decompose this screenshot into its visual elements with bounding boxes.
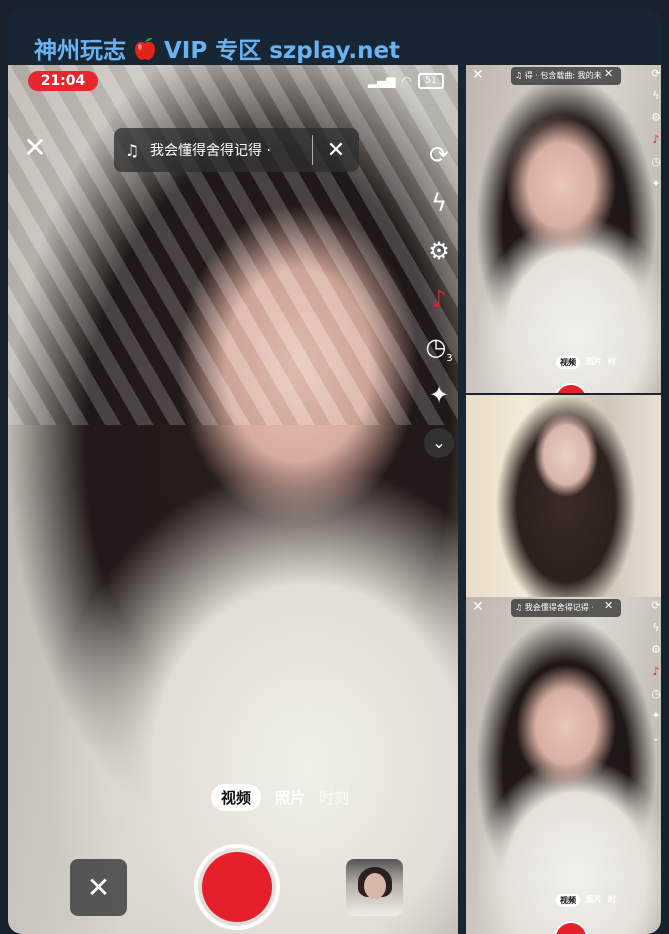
album-thumbnail[interactable] — [346, 859, 403, 916]
chevron-down-icon[interactable]: ⌄ — [424, 428, 454, 458]
thumb-tab-video: 视频 — [556, 356, 580, 369]
thumb-toolbar: ⟳ ϟ ⚙ ♪ ◷ ✦ — [648, 67, 661, 190]
thumb-music-text: 我会懂得舍得记得 · — [524, 603, 594, 612]
signal-icon: ▂▄▆ — [367, 74, 396, 88]
thumb-tab-photo: 照片 — [586, 895, 602, 904]
thumbnail-photo-1[interactable]: ✕ ♫ 得 · 包含载曲: 我的未 ✕ ⟳ ϟ ⚙ ♪ ◷ ✦ 视频 照片 时 — [466, 65, 661, 393]
music-selector[interactable]: ♫ 我会懂得舍得记得 · ✕ — [114, 128, 359, 172]
post-header: 神州玩志 VIP 专区 szplay.net — [34, 30, 400, 66]
wifi-icon: ◠ — [401, 74, 412, 88]
flash-off-icon[interactable]: ϟ — [423, 188, 455, 218]
status-time: 21:04 — [28, 71, 98, 91]
thumb-flash-icon: ϟ — [652, 89, 660, 102]
thumb-music-text: 得 · 包含载曲: 我的未 — [524, 71, 602, 80]
thumb-tabs: 视频 照片 时 — [556, 356, 616, 369]
main-photo[interactable]: 21:04 ▂▄▆ ◠ 51 ✕ ♫ 我会懂得舍得记得 · ✕ ⟳ ϟ ⚙ ♪ … — [8, 65, 458, 934]
thumb-wand-icon: ✦ — [651, 709, 661, 722]
header-title-end: VIP 专区 szplay.net — [164, 38, 401, 64]
thumb-mic-icon: ♪ — [652, 665, 660, 678]
settings-icon[interactable]: ⚙ — [423, 236, 455, 266]
beauty-wand-icon[interactable]: ✦ — [423, 380, 455, 410]
thumb-close-icon: ✕ — [472, 599, 484, 615]
post-card: 神州玩志 VIP 专区 szplay.net 21:04 ▂▄▆ ◠ 51 ✕ … — [8, 8, 661, 934]
thumb-record-button — [554, 383, 588, 393]
mode-tabs: 视频 照片 时刻 — [211, 784, 349, 811]
tab-video[interactable]: 视频 — [211, 784, 262, 811]
thumb-timer-icon: ◷ — [651, 687, 661, 700]
thumb-tabs: 视频 照片 时 — [556, 894, 616, 907]
music-note-icon: ♫ — [124, 140, 140, 160]
battery-icon: 51 — [418, 73, 444, 89]
music-title: 我会懂得舍得记得 · — [150, 143, 271, 159]
thumb-settings-icon: ⚙ — [651, 111, 661, 124]
thumb-close-icon: ✕ — [472, 67, 484, 83]
tab-moment[interactable]: 时刻 — [319, 787, 349, 808]
thumb-flip-icon: ⟳ — [651, 599, 661, 612]
thumb-flash-icon: ϟ — [652, 621, 660, 634]
record-button[interactable] — [194, 844, 280, 930]
timer-icon[interactable]: ◷3 — [423, 332, 455, 364]
thumb-timer-icon: ◷ — [651, 155, 661, 168]
discard-button[interactable]: ✕ — [70, 859, 127, 916]
thumb-tab-photo: 照片 — [586, 357, 602, 366]
thumbnail-photo-2[interactable] — [466, 395, 661, 597]
music-remove-icon[interactable]: ✕ — [313, 138, 359, 163]
record-button-fill — [202, 852, 272, 922]
thumb-flip-icon: ⟳ — [651, 67, 661, 80]
thumb-tab-video: 视频 — [556, 894, 580, 907]
thumb-music-close-icon: ✕ — [604, 67, 614, 80]
thumb-music-close-icon: ✕ — [604, 599, 614, 612]
thumb-record-button — [554, 921, 588, 934]
tab-photo[interactable]: 照片 — [275, 787, 305, 808]
flip-camera-icon[interactable]: ⟳ — [423, 140, 455, 170]
thumb-tab-moment: 时 — [608, 357, 616, 366]
thumb-settings-icon: ⚙ — [651, 643, 661, 656]
timer-badge: 3 — [446, 352, 453, 364]
mic-off-icon[interactable]: ♪ — [423, 284, 455, 314]
striped-wall — [8, 65, 458, 425]
thumb-toolbar: ⟳ ϟ ⚙ ♪ ◷ ✦ ⌄ — [648, 599, 661, 744]
thumbnail-photo-3[interactable]: ✕ ♫ 我会懂得舍得记得 · ✕ ⟳ ϟ ⚙ ♪ ◷ ✦ ⌄ 视频 照片 时 — [466, 597, 661, 934]
close-icon[interactable]: ✕ — [22, 134, 48, 162]
thumb-chevron-icon: ⌄ — [651, 731, 661, 744]
status-bar: ▂▄▆ ◠ 51 — [368, 73, 444, 89]
header-title-start: 神州玩志 — [34, 38, 126, 64]
thumb-tab-moment: 时 — [608, 895, 616, 904]
camera-toolbar: ⟳ ϟ ⚙ ♪ ◷3 ✦ ⌄ — [422, 140, 456, 458]
apple-icon — [135, 37, 155, 60]
thumb-wand-icon: ✦ — [651, 177, 661, 190]
album-face — [364, 873, 386, 899]
thumb-mic-icon: ♪ — [652, 133, 660, 146]
